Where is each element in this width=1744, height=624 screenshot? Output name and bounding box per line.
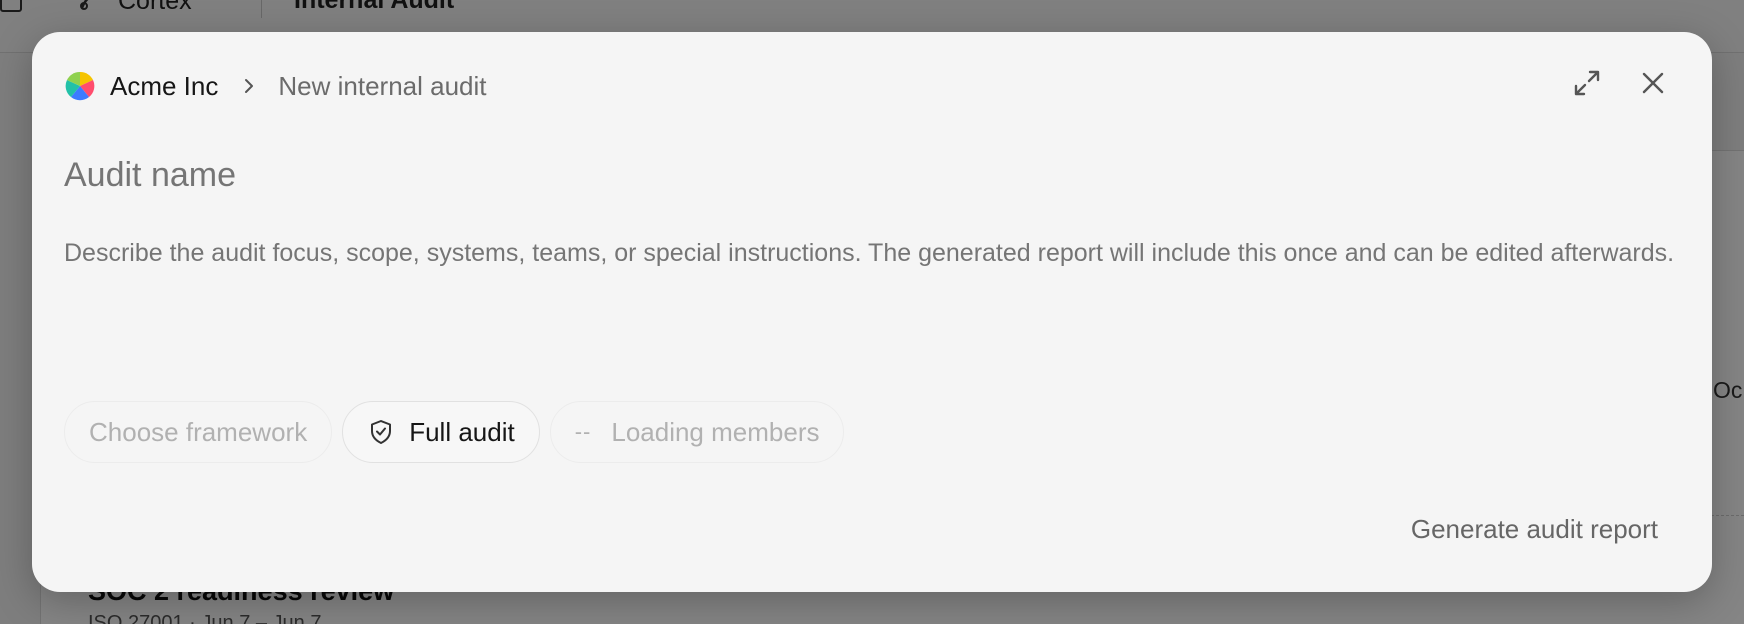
new-audit-dialog: Acme Inc New internal audit Choose frame… bbox=[32, 32, 1712, 592]
scope-select[interactable]: Full audit bbox=[342, 401, 540, 463]
shield-check-icon bbox=[371, 420, 392, 444]
framework-select-label: Choose framework bbox=[89, 416, 308, 447]
audit-name-input[interactable] bbox=[64, 156, 1674, 195]
breadcrumb-current: New internal audit bbox=[278, 70, 487, 101]
members-placeholder-dash: -- bbox=[574, 419, 592, 444]
members-select[interactable]: -- Loading members bbox=[549, 401, 845, 463]
expand-icon bbox=[1574, 70, 1600, 96]
audit-options: Choose framework Full audit -- Loading m… bbox=[64, 401, 845, 463]
generate-audit-report-button[interactable]: Generate audit report bbox=[1411, 514, 1658, 545]
members-select-label: Loading members bbox=[611, 416, 820, 447]
audit-description-input[interactable] bbox=[64, 230, 1684, 340]
org-logo-icon bbox=[65, 71, 95, 101]
scope-select-label: Full audit bbox=[409, 416, 515, 447]
expand-button[interactable] bbox=[1570, 66, 1604, 100]
dialog-actions bbox=[1570, 66, 1670, 100]
breadcrumb: Acme Inc New internal audit bbox=[64, 66, 487, 106]
close-icon bbox=[1642, 72, 1664, 94]
chevron-right-icon bbox=[238, 75, 260, 97]
close-button[interactable] bbox=[1636, 66, 1670, 100]
framework-select[interactable]: Choose framework bbox=[64, 401, 333, 463]
org-name[interactable]: Acme Inc bbox=[110, 71, 218, 102]
